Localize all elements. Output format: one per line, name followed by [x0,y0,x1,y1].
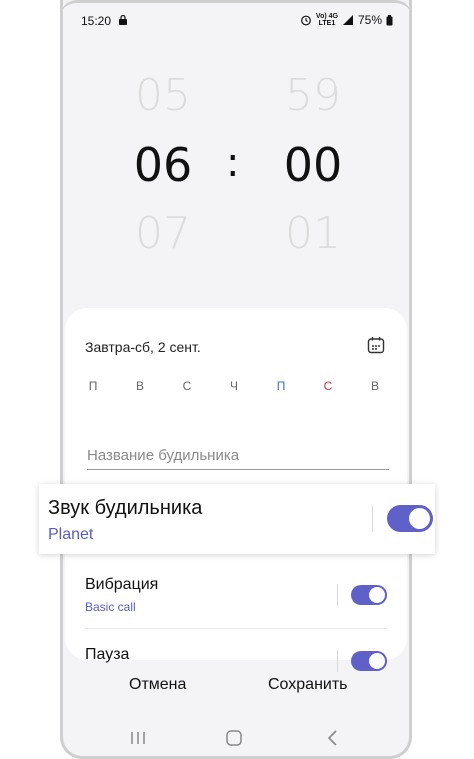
vibration-value: Basic call [85,600,136,614]
pause-title: Пауза [85,646,130,663]
hour-next[interactable]: 07 [103,208,223,259]
weekday-selector: П В С Ч П С В [83,379,383,397]
pause-row[interactable]: Пауза [85,638,387,672]
vibration-row[interactable]: Вибрация Basic call [85,570,387,628]
row-divider [85,628,387,629]
minute-next[interactable]: 01 [253,208,373,259]
status-time: 15:20 [81,14,112,28]
day-friday[interactable]: П [271,379,291,393]
alarm-sound-divider [372,506,373,532]
alarm-sound-toggle[interactable] [387,505,433,532]
vibration-title: Вибрация [85,576,159,593]
day-saturday[interactable]: С [318,379,338,393]
home-icon[interactable] [224,728,244,748]
minute-value[interactable]: 00 [253,138,373,192]
date-label: Завтра-сб, 2 сент. [85,339,201,355]
alarm-name-input[interactable] [87,441,389,470]
day-sunday[interactable]: В [365,379,385,393]
minute-prev[interactable]: 59 [253,70,373,121]
day-monday[interactable]: П [83,379,103,393]
alarm-sound-row[interactable]: Звук будильника Planet [39,484,435,554]
day-tuesday[interactable]: В [130,379,150,393]
alarm-icon [301,15,311,26]
calendar-icon[interactable] [367,336,385,354]
navigation-bar [63,724,409,752]
vibration-toggle[interactable] [351,585,387,605]
lock-icon [119,15,127,25]
battery-icon [386,14,393,25]
back-icon[interactable] [323,728,343,748]
hour-value[interactable]: 06 [103,138,223,192]
day-wednesday[interactable]: С [177,379,197,393]
network-label: Vo) 4G LTE1 [315,13,338,27]
phone-frame: 15:20 Vo) 4G LTE1 75% 05 06 07 : 59 00 0… [60,0,412,759]
day-thursday[interactable]: Ч [224,379,244,393]
action-bar: Отмена Сохранить [63,668,409,708]
vibration-divider [337,584,338,606]
alarm-sound-value: Planet [48,526,94,543]
cancel-button[interactable]: Отмена [129,676,186,694]
time-picker[interactable]: 05 06 07 : 59 00 01 [63,60,409,300]
recent-apps-icon[interactable] [128,728,148,748]
alarm-sound-title: Звук будильника [48,497,203,519]
battery-percent: 75% [357,13,382,27]
save-button[interactable]: Сохранить [268,676,348,694]
hour-prev[interactable]: 05 [103,70,223,121]
time-separator: : [226,140,240,186]
signal-icon [342,15,353,25]
status-bar: 15:20 Vo) 4G LTE1 75% [63,12,409,30]
status-icons: Vo) 4G LTE1 75% [300,13,393,27]
